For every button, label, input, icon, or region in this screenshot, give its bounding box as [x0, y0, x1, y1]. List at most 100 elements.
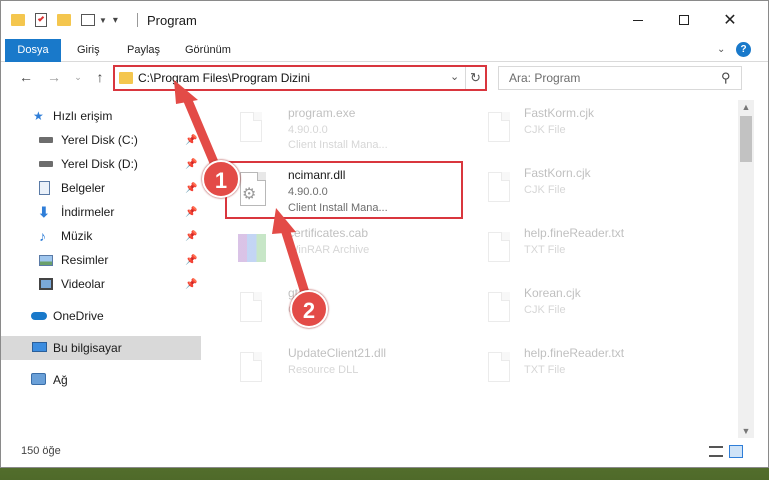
- file-name: help.fineReader.txt: [524, 346, 625, 360]
- expand-ribbon-icon[interactable]: ⌄: [717, 44, 725, 55]
- close-icon: ✕: [723, 12, 737, 29]
- large-icons-view-icon[interactable]: [729, 445, 743, 458]
- scroll-up-icon[interactable]: ▲: [738, 100, 754, 114]
- downloads-icon: ⬇: [38, 203, 50, 220]
- scrollbar-thumb[interactable]: [740, 116, 752, 162]
- file-list: program.exe 4.90.0.0 Client Install Mana…: [206, 100, 738, 438]
- list-item[interactable]: help.fineReader.txt TXT File: [466, 224, 696, 280]
- file-type: CJK File: [524, 184, 566, 196]
- sidebar-item-pictures[interactable]: Resimler 📌: [1, 248, 201, 272]
- window-title: Program: [147, 13, 197, 28]
- sidebar-item-label: Ağ: [53, 373, 68, 387]
- search-box[interactable]: Ara: Program ⚲: [498, 66, 742, 90]
- address-highlight-box: [113, 65, 487, 91]
- search-icon: ⚲: [721, 70, 731, 85]
- list-item[interactable]: FastKorm.cjk CJK File: [466, 104, 696, 160]
- list-item[interactable]: program.exe 4.90.0.0 Client Install Mana…: [218, 104, 448, 160]
- sidebar-item-videos[interactable]: Videolar 📌: [1, 272, 201, 296]
- chevron-down-icon: ⌄: [74, 72, 82, 82]
- sidebar-item-label: Müzik: [61, 229, 93, 243]
- file-icon: [484, 290, 514, 328]
- computer-icon: [32, 342, 47, 352]
- new-folder-icon[interactable]: [57, 14, 71, 26]
- tab-view[interactable]: Görünüm: [185, 39, 231, 62]
- quick-access-toolbar: ▼ ▾: [11, 11, 118, 29]
- scroll-down-icon[interactable]: ▼: [738, 424, 754, 438]
- arrow-left-icon: ←: [19, 69, 33, 85]
- file-name: program.exe: [288, 106, 356, 120]
- search-input[interactable]: Ara: Program: [509, 71, 580, 85]
- close-button[interactable]: ✕: [707, 1, 753, 39]
- maximize-icon: [679, 15, 689, 25]
- file-type: Resource DLL: [288, 364, 359, 376]
- customize-toolbar-icon[interactable]: ▾: [113, 15, 118, 26]
- pin-icon: 📌: [185, 158, 198, 170]
- text-file-icon: [484, 350, 514, 388]
- title-separator: [137, 13, 138, 27]
- sidebar-item-network[interactable]: Ağ: [1, 368, 201, 392]
- sidebar-item-quick-access[interactable]: ★ Hızlı erişim: [1, 104, 201, 128]
- properties-icon[interactable]: [35, 13, 47, 27]
- file-type: WinRAR Archive: [288, 244, 370, 256]
- sidebar-item-downloads[interactable]: ⬇ İndirmeler 📌: [1, 200, 201, 224]
- tab-file[interactable]: Dosya: [5, 39, 61, 62]
- videos-icon: [39, 278, 53, 290]
- view-options-icon[interactable]: [81, 14, 95, 26]
- arrow-right-icon: →: [47, 69, 61, 85]
- sidebar-item-this-pc[interactable]: Bu bilgisayar: [1, 336, 201, 360]
- forward-button[interactable]: →: [45, 68, 63, 86]
- sidebar-item-onedrive[interactable]: OneDrive: [1, 304, 201, 328]
- maximize-button[interactable]: [661, 1, 707, 39]
- list-item[interactable]: UpdateClient21.dll Resource DLL: [218, 344, 448, 400]
- cloud-icon: [31, 312, 47, 320]
- sidebar-item-label: Hızlı erişim: [53, 109, 113, 123]
- back-button[interactable]: ←: [17, 68, 35, 86]
- file-highlight-box: [225, 161, 463, 219]
- list-item[interactable]: gtdt C: [218, 284, 448, 340]
- music-icon: ♪: [39, 228, 46, 244]
- list-item[interactable]: certificates.cab WinRAR Archive: [218, 224, 448, 280]
- dll-file-icon: [236, 350, 266, 388]
- navigation-pane: ★ Hızlı erişim Yerel Disk (C:) 📌 Yerel D…: [1, 100, 206, 438]
- pin-icon: 📌: [185, 254, 198, 266]
- file-type: TXT File: [524, 364, 566, 376]
- sidebar-item-label: Bu bilgisayar: [53, 341, 122, 355]
- up-button[interactable]: ↑: [91, 68, 109, 86]
- vertical-scrollbar[interactable]: ▲ ▼: [738, 100, 754, 438]
- file-name: FastKorn.cjk: [524, 166, 591, 180]
- exe-file-icon: [236, 110, 266, 148]
- sidebar-item-local-disk-c[interactable]: Yerel Disk (C:) 📌: [1, 128, 201, 152]
- file-name: FastKorm.cjk: [524, 106, 595, 120]
- chevron-down-icon[interactable]: ▼: [99, 16, 107, 25]
- sidebar-item-local-disk-d[interactable]: Yerel Disk (D:) 📌: [1, 152, 201, 176]
- tab-home[interactable]: Giriş: [77, 39, 100, 62]
- minimize-button[interactable]: [615, 1, 661, 39]
- explorer-window: ▼ ▾ Program ✕ Dosya Giriş Paylaş Görünüm…: [0, 0, 769, 468]
- status-bar: 150 öğe: [1, 441, 768, 463]
- sidebar-item-music[interactable]: ♪ Müzik 📌: [1, 224, 201, 248]
- ribbon: Dosya Giriş Paylaş Görünüm ⌄ ?: [1, 39, 768, 62]
- file-icon: [484, 110, 514, 148]
- pictures-icon: [39, 254, 53, 266]
- list-item[interactable]: FastKorn.cjk CJK File: [466, 164, 696, 220]
- help-icon[interactable]: ?: [736, 42, 751, 57]
- step-badge-1: 1: [202, 160, 240, 198]
- details-view-icon[interactable]: [709, 446, 723, 457]
- drive-icon: [39, 161, 53, 167]
- file-name: Korean.cjk: [524, 286, 581, 300]
- star-icon: ★: [33, 109, 44, 123]
- sidebar-item-documents[interactable]: Belgeler 📌: [1, 176, 201, 200]
- sidebar-item-label: Videolar: [61, 277, 105, 291]
- file-icon: [236, 290, 266, 328]
- tab-share[interactable]: Paylaş: [127, 39, 160, 62]
- sidebar-item-label: Belgeler: [61, 181, 106, 195]
- recent-locations-button[interactable]: ⌄: [69, 68, 87, 86]
- minimize-icon: [633, 19, 643, 21]
- item-count: 150 öğe: [21, 445, 61, 457]
- list-item[interactable]: Korean.cjk CJK File: [466, 284, 696, 340]
- list-item[interactable]: help.fineReader.txt TXT File: [466, 344, 696, 400]
- file-name: certificates.cab: [288, 226, 369, 240]
- sidebar-item-label: OneDrive: [53, 309, 104, 323]
- sidebar-item-label: Yerel Disk (D:): [61, 157, 138, 171]
- file-type: TXT File: [524, 244, 566, 256]
